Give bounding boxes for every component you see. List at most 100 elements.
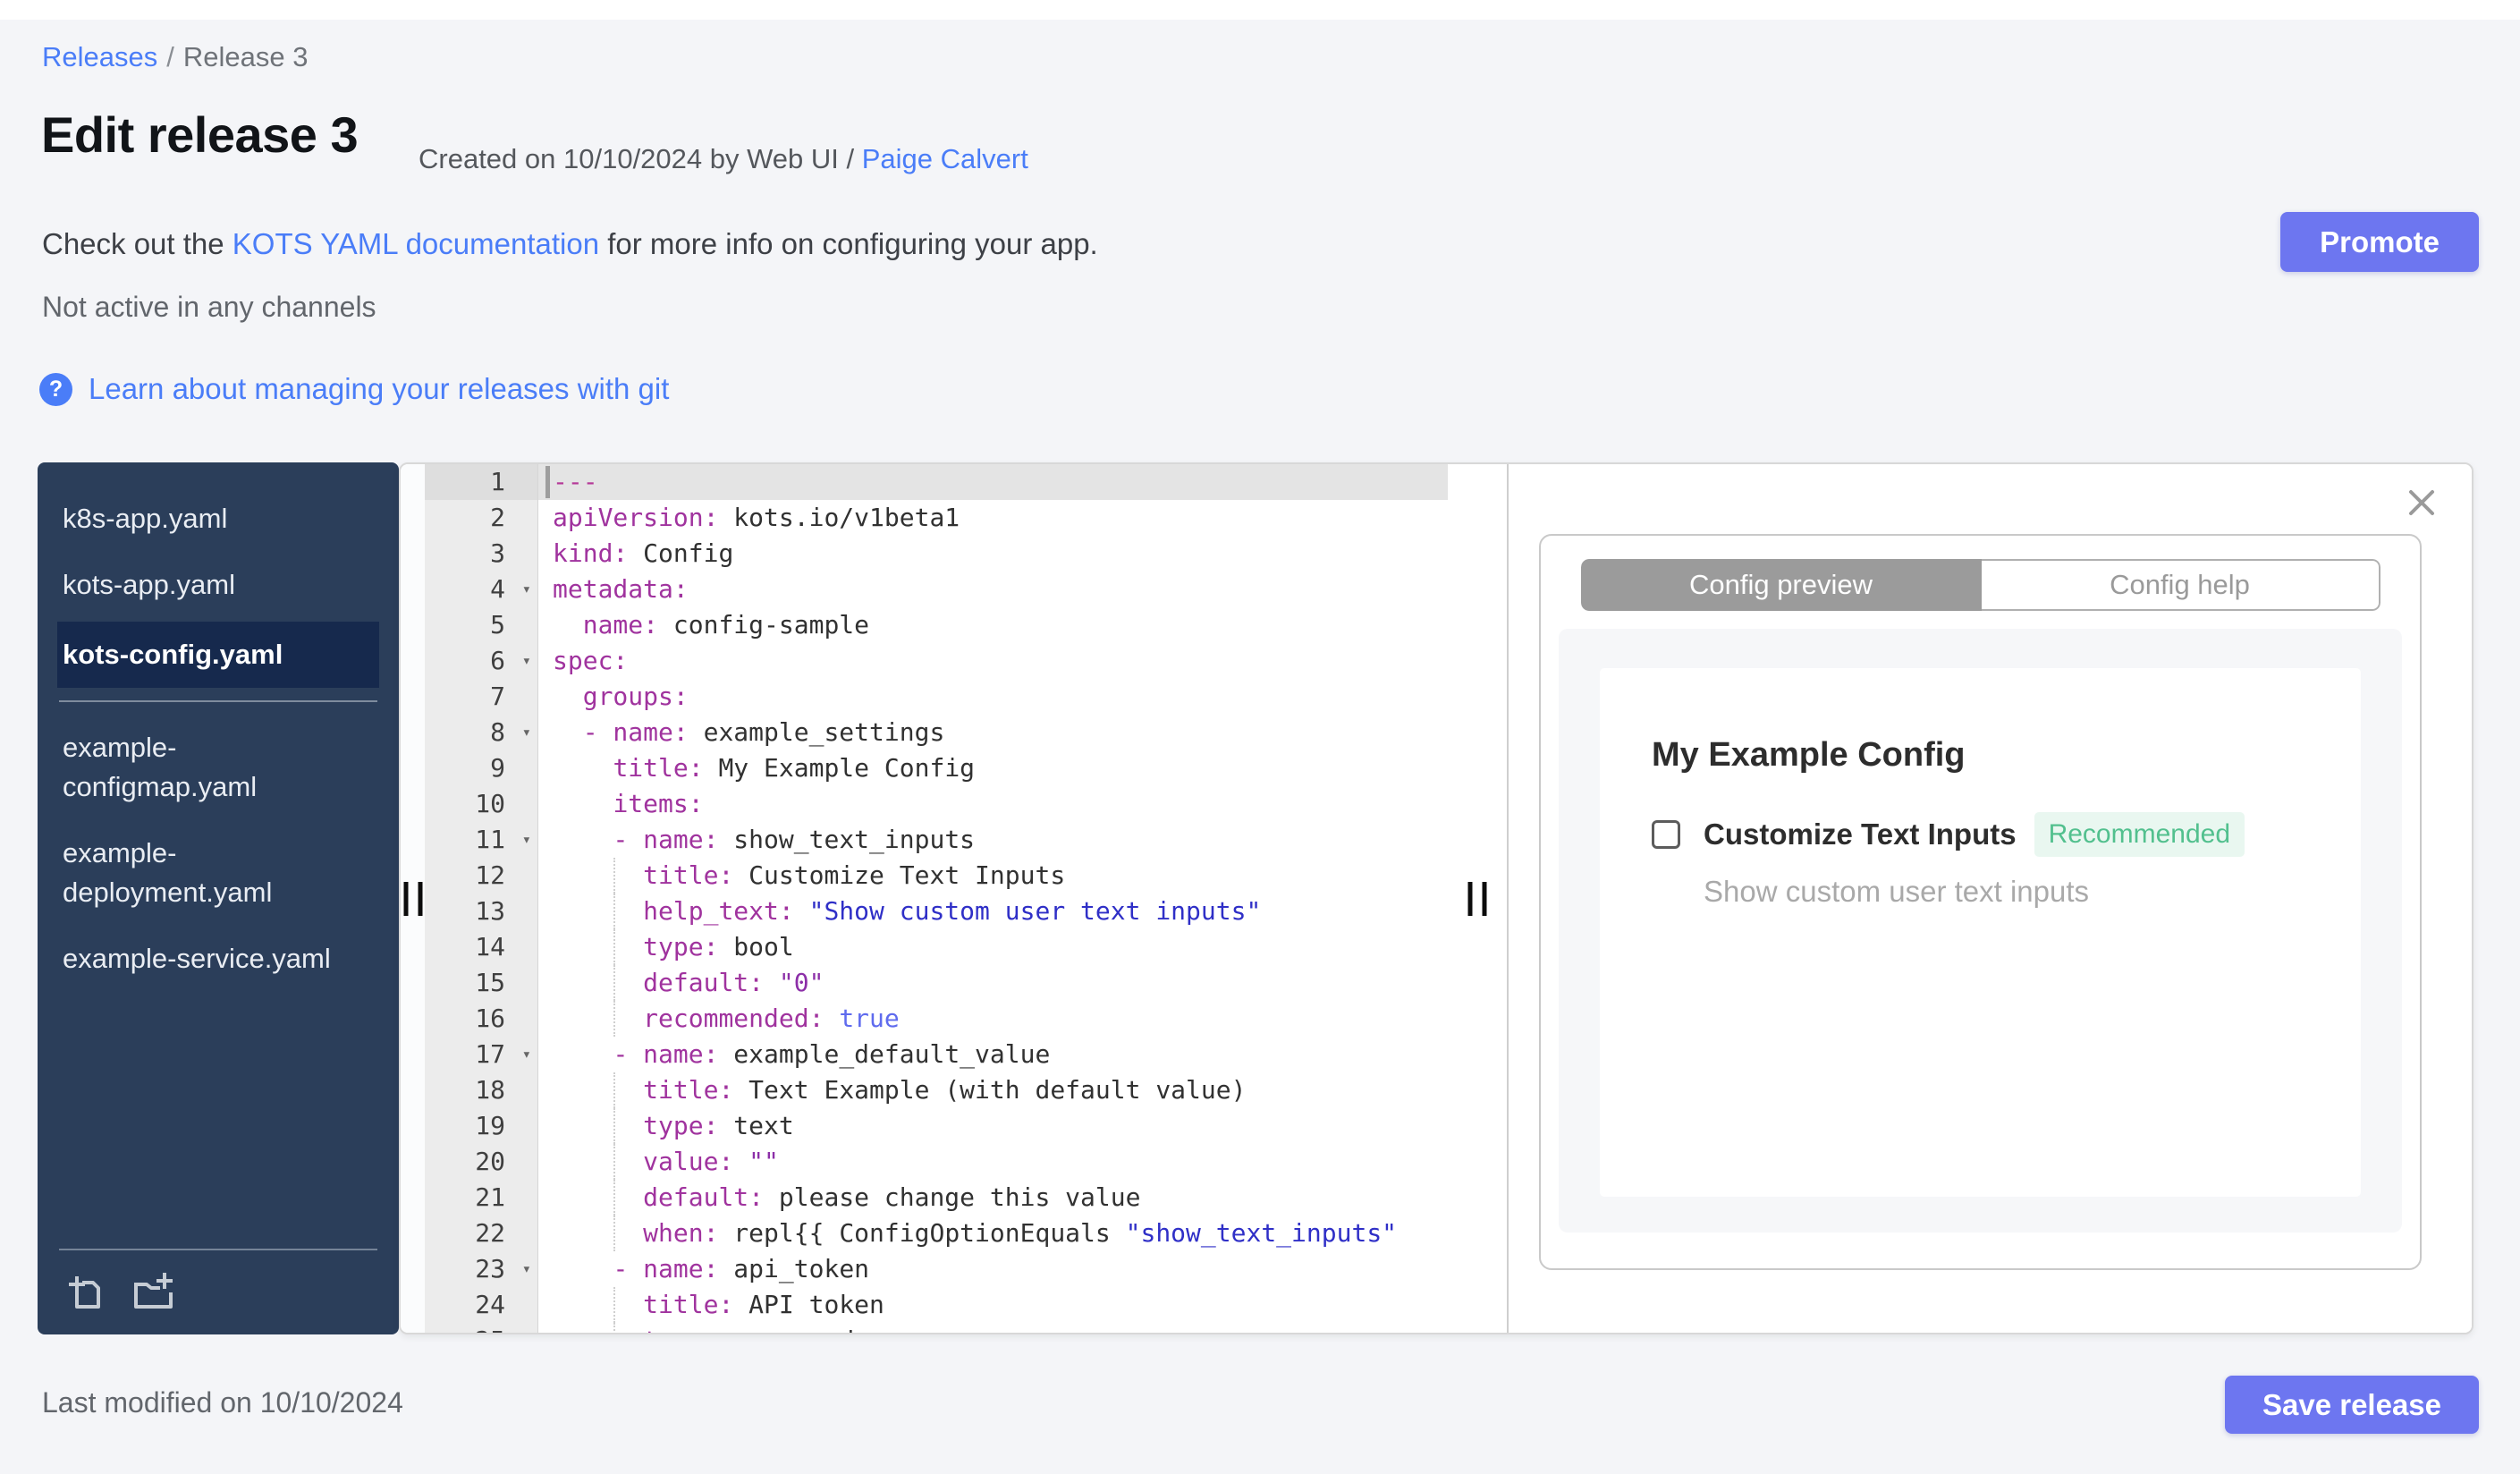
breadcrumb: Releases / Release 3	[42, 41, 308, 73]
right-resize-zone	[1448, 464, 1507, 1333]
git-help-row: ? Learn about managing your releases wit…	[39, 372, 669, 406]
code-line-7[interactable]: groups:	[538, 679, 1448, 715]
config-preview-panel: Config preview Config help My Example Co…	[1507, 464, 2472, 1333]
file-list-divider	[59, 700, 377, 702]
customize-text-inputs-checkbox[interactable]	[1652, 820, 1680, 849]
code-line-12[interactable]: title: Customize Text Inputs	[538, 858, 1448, 894]
code-line-5[interactable]: name: config-sample	[538, 607, 1448, 643]
line-number-25: 25	[425, 1323, 537, 1333]
indent-guide	[613, 894, 615, 929]
code-line-25[interactable]: type: password	[538, 1323, 1448, 1333]
code-line-8[interactable]: - name: example_settings	[538, 715, 1448, 750]
config-card: Config preview Config help My Example Co…	[1539, 534, 2422, 1270]
line-number-23: 23 ▾	[425, 1251, 537, 1287]
line-number-14: 14	[475, 932, 505, 961]
breadcrumb-releases-link[interactable]: Releases	[42, 41, 157, 72]
indent-guide	[613, 1001, 615, 1037]
editor-card: 1 2 3 4 ▾ 5 6 ▾ 7 8 ▾ 9 10 11 ▾ 12 13 14 15 16 17 ▾ 18 19 20 21 22…	[399, 462, 2473, 1334]
indent-guide	[613, 1072, 615, 1108]
sidebar-item-kots-app-yaml[interactable]: kots-app.yaml	[38, 552, 399, 618]
last-modified-text: Last modified on 10/10/2024	[42, 1386, 403, 1419]
code-line-13[interactable]: help_text: "Show custom user text inputs…	[538, 894, 1448, 929]
breadcrumb-current: Release 3	[182, 41, 309, 72]
code-line-17[interactable]: - name: example_default_value	[538, 1037, 1448, 1072]
line-number-11: 11 ▾	[425, 822, 537, 858]
code-editor[interactable]: --- apiVersion: kots.io/v1beta1 kind: Conf…	[538, 464, 1448, 1333]
fold-toggle-icon[interactable]: ▾	[522, 572, 531, 607]
code-line-15[interactable]: default: "0"	[538, 965, 1448, 1001]
sidebar-item-kots-config-yaml[interactable]: kots-config.yaml	[57, 622, 379, 688]
code-line-14[interactable]: type: bool	[538, 929, 1448, 965]
docs-hint-prefix: Check out the	[42, 227, 233, 260]
fold-toggle-icon[interactable]: ▾	[522, 822, 531, 858]
kots-docs-link[interactable]: KOTS YAML documentation	[233, 227, 599, 260]
preview-resize-handle[interactable]	[1467, 881, 1487, 916]
save-release-button[interactable]: Save release	[2224, 1376, 2479, 1434]
line-number-2: 2	[490, 503, 505, 532]
config-item-row: Customize Text Inputs Recommended	[1652, 812, 2313, 857]
code-line-18[interactable]: title: Text Example (with default value)	[538, 1072, 1448, 1108]
code-line-22[interactable]: when: repl{{ ConfigOptionEquals "show_te…	[538, 1216, 1448, 1251]
code-line-20[interactable]: value: ""	[538, 1144, 1448, 1180]
code-line-3[interactable]: kind: Config	[538, 536, 1448, 572]
new-folder-icon[interactable]	[129, 1272, 175, 1313]
fold-toggle-icon[interactable]: ▾	[522, 1251, 531, 1287]
new-file-icon[interactable]	[64, 1272, 106, 1313]
sidebar-item-example-service-yaml[interactable]: example-service.yaml	[38, 926, 399, 992]
indent-guide	[613, 1108, 615, 1144]
editor-gutter: 1 2 3 4 ▾ 5 6 ▾ 7 8 ▾ 9 10 11 ▾ 12 13 14 15 16 17 ▾ 18 19 20 21 22…	[425, 464, 538, 1333]
fold-toggle-icon[interactable]: ▾	[522, 715, 531, 750]
tab-config-help[interactable]: Config help	[1981, 559, 2380, 611]
question-mark-icon: ?	[39, 372, 72, 406]
page-title: Edit release 3	[41, 106, 359, 163]
indent-guide	[613, 1287, 615, 1323]
indent-guide	[613, 1216, 615, 1251]
code-line-6[interactable]: spec:	[538, 643, 1448, 679]
config-tabbar: Config preview Config help	[1580, 559, 2380, 611]
code-line-23[interactable]: - name: api_token	[538, 1251, 1448, 1287]
docs-hint-line: Check out the KOTS YAML documentation fo…	[42, 227, 1098, 261]
line-number-6: 6 ▾	[425, 643, 537, 679]
sidebar-resize-handle[interactable]	[403, 881, 422, 916]
config-render-area: My Example Config Customize Text Inputs …	[1559, 629, 2402, 1233]
git-releases-link[interactable]: Learn about managing your releases with …	[89, 372, 669, 406]
file-list: k8s-app.yaml kots-app.yaml kots-config.yam…	[38, 486, 399, 992]
fold-toggle-icon[interactable]: ▾	[522, 643, 531, 679]
code-line-21[interactable]: default: please change this value	[538, 1180, 1448, 1216]
line-number-8: 8 ▾	[425, 715, 537, 750]
fold-toggle-icon[interactable]: ▾	[522, 1037, 531, 1072]
sidebar-item-k8s-app-yaml[interactable]: k8s-app.yaml	[38, 486, 399, 552]
line-number-17: 17 ▾	[425, 1037, 537, 1072]
line-number-16: 16	[475, 1004, 505, 1033]
sidebar-actions	[59, 1249, 377, 1334]
tab-config-preview[interactable]: Config preview	[1580, 559, 1982, 611]
indent-guide	[613, 858, 615, 894]
recommended-badge: Recommended	[2034, 812, 2245, 857]
config-group-title: My Example Config	[1652, 736, 1966, 774]
code-line-4[interactable]: metadata:	[538, 572, 1448, 607]
code-line-11[interactable]: - name: show_text_inputs	[538, 822, 1448, 858]
indent-guide	[613, 965, 615, 1001]
code-line-16[interactable]: recommended: true	[538, 1001, 1448, 1037]
created-by-link[interactable]: Paige Calvert	[862, 143, 1028, 174]
code-line-19[interactable]: type: text	[538, 1108, 1448, 1144]
code-line-10[interactable]: items:	[538, 786, 1448, 822]
close-icon[interactable]	[2400, 482, 2443, 525]
line-number-13: 13	[475, 896, 505, 926]
line-number-19: 19	[475, 1111, 505, 1140]
indent-guide	[613, 929, 615, 965]
line-number-1: 1	[425, 464, 537, 500]
sidebar-item-example-configmap-yaml[interactable]: example-configmap.yaml	[38, 715, 399, 820]
code-line-1[interactable]: ---	[538, 464, 1448, 500]
line-number-7: 7	[490, 682, 505, 711]
created-meta: Created on 10/10/2024 by Web UI / Paige …	[419, 143, 1028, 175]
code-line-9[interactable]: title: My Example Config	[538, 750, 1448, 786]
code-line-2[interactable]: apiVersion: kots.io/v1beta1	[538, 500, 1448, 536]
line-number-4: 4 ▾	[425, 572, 537, 607]
config-group-card: My Example Config Customize Text Inputs …	[1600, 668, 2361, 1197]
sidebar-item-example-deployment-yaml[interactable]: example-deployment.yaml	[38, 820, 399, 926]
promote-button[interactable]: Promote	[2280, 212, 2479, 272]
edit-release-page: Releases / Release 3 Edit release 3 Create…	[0, 0, 2520, 1474]
code-line-24[interactable]: title: API token	[538, 1287, 1448, 1323]
channel-status-text: Not active in any channels	[42, 291, 376, 323]
